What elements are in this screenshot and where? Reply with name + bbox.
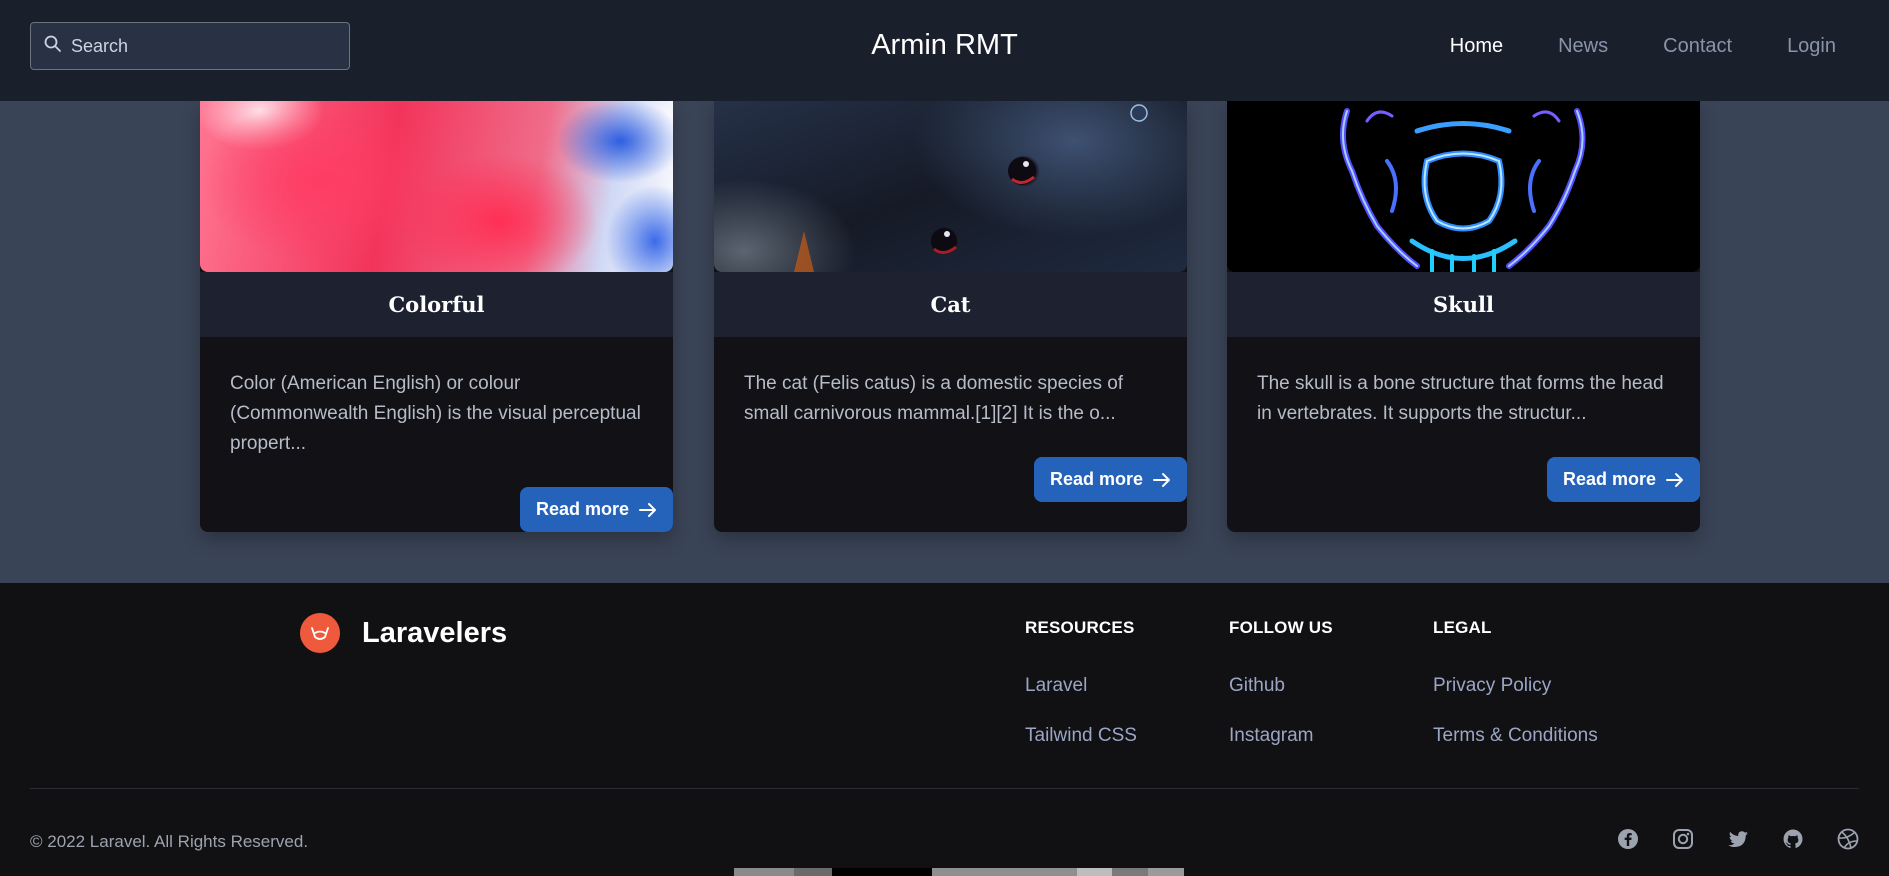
footer-logo[interactable]: Laravelers [300,613,507,653]
read-more-button[interactable]: Read more [1546,457,1700,502]
post-image-cat[interactable] [714,101,1187,272]
arrow-right-icon [1153,472,1170,487]
post-title[interactable]: Cat [930,292,970,317]
github-icon[interactable] [1782,828,1804,850]
read-more-label: Read more [535,499,629,519]
read-more-label: Read more [1049,469,1143,489]
footer-brand-name: Laravelers [362,616,508,649]
top-navbar: Armin RMT Home News Contact Login [0,0,1889,101]
copyright-text: © 2022 Laravel. All Rights Reserved. [30,832,309,851]
laravel-logo-icon [300,613,340,653]
instagram-icon[interactable] [1672,828,1694,850]
footer-link-terms[interactable]: Terms & Conditions [1433,725,1598,747]
post-title[interactable]: Colorful [388,292,484,317]
nav-home[interactable]: Home [1450,35,1503,58]
dribbble-icon[interactable] [1837,828,1859,850]
post-image-skull[interactable] [1227,101,1700,272]
footer-heading: LEGAL [1433,618,1492,637]
footer-heading: RESOURCES [1025,618,1135,637]
nav-news[interactable]: News [1558,35,1608,58]
site-title[interactable]: Armin RMT [871,29,1018,61]
footer-heading: FOLLOW US [1229,618,1333,637]
post-title-bar: Skull [1227,272,1700,337]
footer-link-github[interactable]: Github [1229,675,1333,697]
posts-section: Colorful Color (American English) or col… [0,101,1889,583]
arrow-right-icon [639,502,656,517]
read-more-button[interactable]: Read more [519,487,673,532]
footer-link-instagram[interactable]: Instagram [1229,725,1333,747]
main-nav: Home News Contact Login [1450,35,1836,58]
post-image-colorful[interactable] [200,101,673,272]
post-title[interactable]: Skull [1433,292,1494,317]
post-card-cat: Cat The cat (Felis catus) is a domestic … [714,101,1187,532]
footer-column-follow: FOLLOW US Github Instagram [1229,618,1333,747]
read-more-button[interactable]: Read more [1033,457,1187,502]
footer-column-legal: LEGAL Privacy Policy Terms & Conditions [1433,618,1598,747]
footer-link-privacy[interactable]: Privacy Policy [1433,675,1598,697]
read-more-label: Read more [1562,469,1656,489]
nav-login[interactable]: Login [1787,35,1836,58]
post-title-bar: Cat [714,272,1187,337]
footer-divider [30,788,1859,789]
post-excerpt: Color (American English) or colour (Comm… [230,373,641,454]
footer-column-resources: RESOURCES Laravel Tailwind CSS [1025,618,1137,747]
post-card-skull: Skull The skull is a bone structure that… [1227,101,1700,532]
site-footer: Laravelers RESOURCES Laravel Tailwind CS… [0,583,1889,876]
footer-link-tailwind[interactable]: Tailwind CSS [1025,725,1137,747]
nav-contact[interactable]: Contact [1663,35,1732,58]
footer-link-laravel[interactable]: Laravel [1025,675,1137,697]
post-excerpt: The cat (Felis catus) is a domestic spec… [744,373,1124,424]
post-excerpt: The skull is a bone structure that forms… [1257,373,1664,424]
facebook-icon[interactable] [1617,828,1639,850]
post-title-bar: Colorful [200,272,673,337]
arrow-right-icon [1666,472,1683,487]
social-links [1617,828,1859,850]
bottom-scroll-strip [734,868,1184,876]
post-card-colorful: Colorful Color (American English) or col… [200,101,673,532]
twitter-icon[interactable] [1727,828,1749,850]
